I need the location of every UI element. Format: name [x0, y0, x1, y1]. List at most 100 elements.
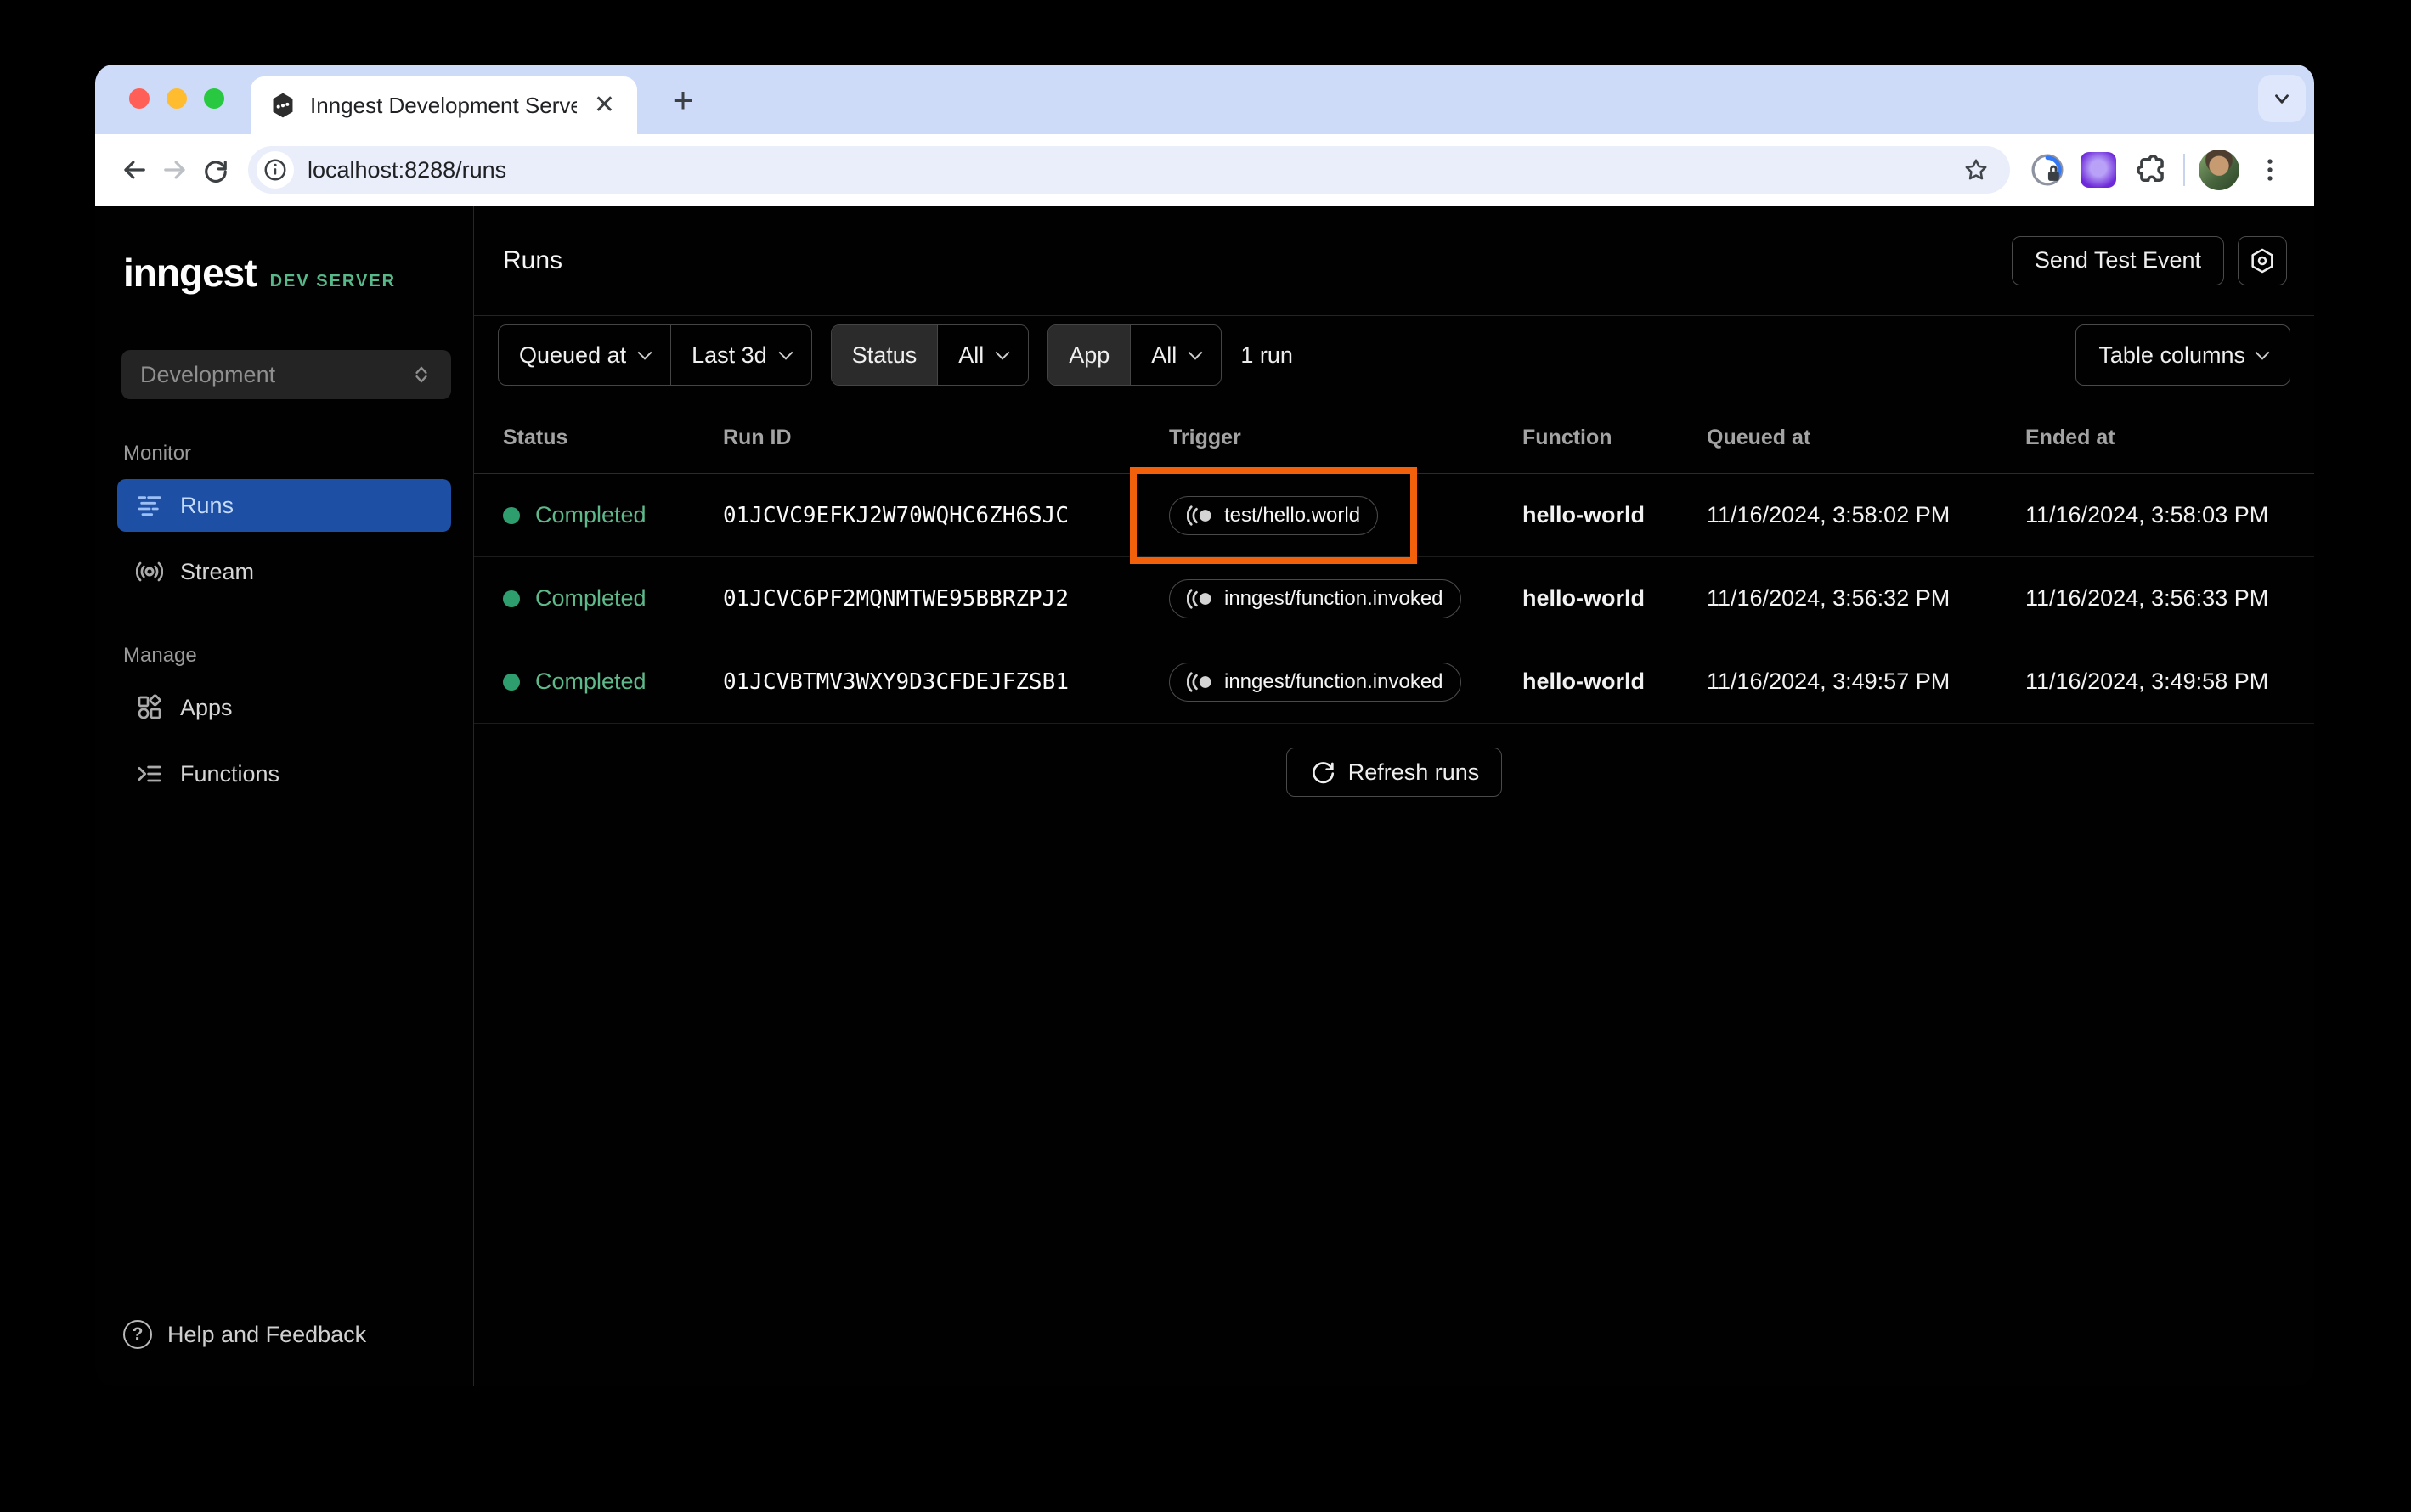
send-test-event-button[interactable]: Send Test Event	[2011, 235, 2224, 285]
queued-at-time: 11/16/2024, 3:56:32 PM	[1707, 585, 1951, 611]
table-row[interactable]: Completed 01JCVBTMV3WXY9D3CFDEJFZSB1 inn…	[474, 640, 2314, 724]
status-dot	[503, 506, 520, 524]
desktop-background: Inngest Development Server ✕ + localhost…	[0, 0, 2411, 1512]
time-filter-group: Queued at Last 3d	[498, 324, 812, 386]
minimize-window-button[interactable]	[167, 88, 187, 109]
stream-icon	[136, 561, 163, 582]
address-bar[interactable]: localhost:8288/runs	[248, 146, 2010, 194]
chevron-down-icon	[778, 345, 793, 360]
inngest-favicon-icon	[269, 92, 296, 119]
tab-search-button[interactable]	[2258, 75, 2306, 122]
page-header: Runs Send Test Event	[474, 206, 2314, 316]
page-title: Runs	[503, 245, 563, 274]
avatar	[2199, 150, 2239, 190]
new-tab-button[interactable]: +	[663, 80, 703, 121]
refresh-runs-label: Refresh runs	[1347, 759, 1480, 785]
ended-at-time: 11/16/2024, 3:58:03 PM	[2025, 502, 2269, 528]
chevron-down-icon	[2275, 94, 2289, 104]
function-name: hello-world	[1522, 502, 1645, 528]
close-window-button[interactable]	[129, 88, 150, 109]
trigger-pill[interactable]: inngest/function.invoked	[1169, 578, 1461, 618]
status-filter-dropdown[interactable]: All	[937, 325, 1028, 385]
browser-toolbar: localhost:8288/runs	[95, 134, 2314, 206]
window-controls	[129, 88, 224, 109]
browser-menu-button[interactable]	[2248, 148, 2292, 192]
main-content: Runs Send Test Event Queued at Last 3d S…	[474, 206, 2314, 1386]
column-header-run-id: Run ID	[723, 426, 792, 449]
environment-selector[interactable]: Development	[121, 350, 451, 399]
tab-close-icon[interactable]: ✕	[590, 93, 618, 118]
chevron-up-down-icon	[415, 366, 427, 383]
filter-bar: Queued at Last 3d Status All App All 1 r…	[474, 316, 2314, 403]
browser-tab[interactable]: Inngest Development Server ✕	[251, 76, 637, 134]
environment-selector-value: Development	[140, 361, 276, 387]
runs-list-icon	[138, 496, 161, 516]
column-header-function: Function	[1522, 426, 1612, 449]
toolbar-divider	[2183, 154, 2185, 186]
run-status: Completed	[535, 502, 647, 528]
sidebar-item-label: Stream	[180, 558, 255, 584]
queued-at-time: 11/16/2024, 3:49:57 PM	[1707, 669, 1951, 694]
help-icon: ?	[123, 1320, 152, 1349]
reload-button[interactable]	[195, 150, 236, 190]
table-row[interactable]: Completed 01JCVC9EFKJ2W70WQHC6ZH6SJC tes…	[474, 474, 2314, 557]
sidebar-item-functions[interactable]: Functions	[117, 748, 451, 800]
table-columns-button[interactable]: Table columns	[2075, 324, 2290, 386]
sidebar-item-label: Runs	[180, 492, 234, 518]
reload-icon	[205, 161, 227, 183]
kebab-menu-icon	[2267, 159, 2273, 181]
forward-button[interactable]	[155, 150, 195, 190]
sidebar-item-runs[interactable]: Runs	[117, 479, 451, 532]
time-field-dropdown[interactable]: Queued at	[499, 325, 670, 385]
trigger-name: inngest/function.invoked	[1224, 669, 1443, 693]
help-label: Help and Feedback	[167, 1321, 367, 1347]
runs-table-header: Status Run ID Trigger Function Queued at…	[474, 403, 2314, 474]
app-filter-value: All	[1151, 341, 1177, 368]
site-info-icon[interactable]	[257, 151, 294, 189]
column-header-trigger: Trigger	[1169, 426, 1241, 449]
column-header-status: Status	[503, 426, 568, 449]
status-dot	[503, 673, 520, 691]
event-trigger-icon	[1187, 588, 1211, 609]
status-filter-label: Status	[831, 325, 938, 385]
dev-server-badge: DEV SERVER	[269, 272, 397, 291]
tab-title: Inngest Development Server	[310, 92, 577, 118]
ended-at-time: 11/16/2024, 3:56:33 PM	[2025, 585, 2269, 611]
trigger-pill[interactable]: test/hello.world	[1169, 495, 1379, 535]
settings-gear-icon	[2251, 248, 2273, 273]
back-button[interactable]	[114, 150, 155, 190]
back-icon	[124, 161, 145, 179]
logo-wordmark: inngest	[123, 251, 257, 295]
function-name: hello-world	[1522, 585, 1645, 611]
sidebar-item-stream[interactable]: Stream	[117, 545, 451, 598]
ended-at-time: 11/16/2024, 3:49:58 PM	[2025, 669, 2269, 694]
help-and-feedback[interactable]: ? Help and Feedback	[123, 1320, 366, 1349]
queued-at-time: 11/16/2024, 3:58:02 PM	[1707, 502, 1951, 528]
app-filter-label: App	[1048, 325, 1131, 385]
run-id: 01JCVC6PF2MQNMTWE95BBRZPJ2	[723, 585, 1069, 612]
table-row[interactable]: Completed 01JCVC6PF2MQNMTWE95BBRZPJ2 inn…	[474, 557, 2314, 640]
sidebar-item-apps[interactable]: Apps	[117, 681, 451, 734]
run-count: 1 run	[1240, 341, 1293, 368]
extensions-puzzle-icon[interactable]	[2127, 148, 2171, 192]
maximize-window-button[interactable]	[204, 88, 224, 109]
trigger-pill[interactable]: inngest/function.invoked	[1169, 662, 1461, 702]
event-trigger-icon	[1187, 671, 1211, 692]
bookmark-star-icon[interactable]	[1962, 156, 1990, 183]
refresh-runs-button[interactable]: Refresh runs	[1285, 748, 1503, 797]
browser-extension-icon[interactable]	[2076, 148, 2120, 192]
dev-server-settings-button[interactable]	[2238, 235, 2287, 285]
chevron-down-icon	[2255, 345, 2270, 360]
browser-tab-strip: Inngest Development Server ✕ +	[95, 65, 2314, 134]
password-manager-icon[interactable]	[2025, 148, 2069, 192]
chevron-down-icon	[637, 345, 652, 360]
browser-window: Inngest Development Server ✕ + localhost…	[95, 65, 2314, 1386]
refresh-icon	[1312, 762, 1334, 784]
time-range-dropdown[interactable]: Last 3d	[670, 325, 811, 385]
profile-avatar[interactable]	[2197, 148, 2241, 192]
sidebar: inngest DEV SERVER Development Monitor R…	[95, 206, 474, 1386]
sidebar-section-manage: Manage	[123, 644, 197, 667]
time-field-label: Queued at	[519, 341, 627, 368]
status-filter-group: Status All	[830, 324, 1030, 386]
app-filter-dropdown[interactable]: All	[1130, 325, 1221, 385]
